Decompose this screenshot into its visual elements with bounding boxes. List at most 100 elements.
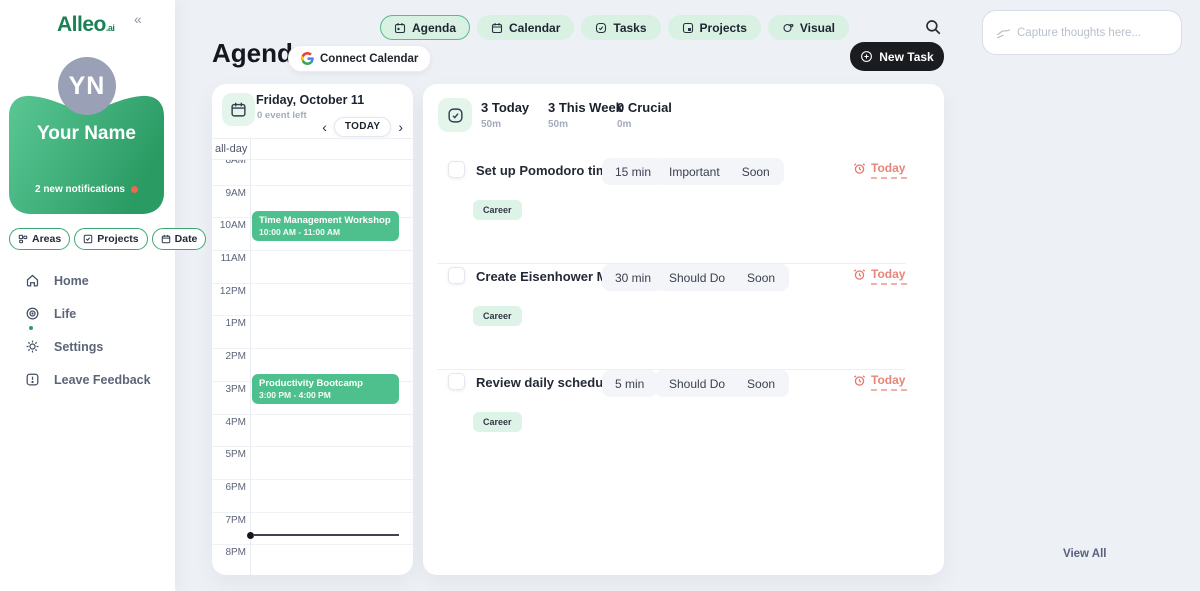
hour-label: 11AM	[212, 253, 246, 264]
summary-this-week-label: 3 This Week	[548, 100, 623, 115]
task-title[interactable]: Review daily schedule	[476, 375, 614, 390]
alarm-clock-icon	[853, 268, 866, 281]
task-due-badge[interactable]: Today	[853, 267, 905, 281]
event-title: Productivity Bootcamp	[259, 378, 392, 391]
sidebar-collapse-icon[interactable]: «	[134, 11, 142, 27]
task-priority-label: Should Do	[669, 271, 725, 285]
tab-tasks[interactable]: Tasks	[581, 15, 660, 40]
filter-areas-button[interactable]: Areas	[9, 228, 70, 250]
sidebar: Alleo.ai « YN Your Name 2 new notificati…	[0, 0, 175, 591]
task-tag[interactable]: Career	[473, 200, 522, 220]
checkbox-check-icon	[447, 107, 464, 124]
view-tabs: Agenda Calendar Tasks Projects Visual	[380, 15, 849, 40]
tab-agenda-label: Agenda	[412, 21, 456, 35]
hour-row[interactable]: 12PM	[212, 283, 413, 316]
hour-label: 6PM	[212, 482, 246, 493]
new-task-label: New Task	[879, 50, 933, 64]
hour-label: 7PM	[212, 515, 246, 526]
notifications-text: 2 new notifications	[35, 184, 125, 195]
hour-row[interactable]: 5PM	[212, 446, 413, 479]
due-underline	[871, 283, 907, 285]
search-button[interactable]	[924, 18, 942, 36]
summary-today: 3 Today 50m	[481, 100, 529, 130]
task-due-badge[interactable]: Today	[853, 373, 905, 387]
sidebar-item-home-label: Home	[54, 274, 89, 288]
time-grid[interactable]: 8AM 9AM 10AM 11AM 12PM 1PM 2PM 3PM 4PM 5…	[212, 160, 413, 575]
hour-label: 5PM	[212, 449, 246, 460]
connect-calendar-label: Connect Calendar	[320, 53, 418, 65]
app-logo: Alleo.ai	[57, 13, 114, 37]
view-all-link[interactable]: View All	[1063, 548, 1106, 560]
hour-label: 2PM	[212, 351, 246, 362]
event-time: 3:00 PM - 4:00 PM	[259, 390, 392, 402]
filter-areas-label: Areas	[32, 233, 61, 245]
hour-row[interactable]: 6PM	[212, 479, 413, 512]
feedback-icon	[25, 372, 40, 387]
sidebar-item-life[interactable]: Life	[0, 297, 175, 330]
tab-projects[interactable]: Projects	[668, 15, 761, 40]
task-checkbox[interactable]	[448, 161, 465, 178]
hour-row[interactable]: 1PM	[212, 315, 413, 348]
new-task-button[interactable]: New Task	[850, 42, 944, 71]
tab-agenda[interactable]: Agenda	[380, 15, 470, 40]
tasks-panel: 3 Today 50m 3 This Week 50m 0 Crucial 0m…	[423, 84, 944, 575]
summary-this-week-duration: 50m	[548, 119, 623, 130]
gear-icon	[25, 339, 40, 354]
filter-date-button[interactable]: Date	[152, 228, 207, 250]
hour-row[interactable]: 8PM	[212, 544, 413, 575]
filter-date-label: Date	[175, 233, 198, 245]
task-duration-pill[interactable]: 5 min	[602, 370, 657, 397]
agenda-icon	[394, 22, 406, 34]
current-time-line	[253, 534, 399, 536]
summary-crucial-duration: 0m	[617, 119, 672, 130]
task-priority-pill[interactable]: Should Do Soon	[655, 370, 789, 397]
task-due-label: Today	[871, 267, 905, 281]
hour-label: 3PM	[212, 384, 246, 395]
task-tag[interactable]: Career	[473, 306, 522, 326]
hour-label: 10AM	[212, 220, 246, 231]
calendar-event[interactable]: Time Management Workshop 10:00 AM - 11:0…	[252, 211, 399, 242]
google-logo-icon	[301, 52, 314, 65]
plus-circle-icon	[860, 50, 873, 63]
task-priority-pill[interactable]: Should Do Soon	[655, 264, 789, 291]
task-title[interactable]: Set up Pomodoro timer	[476, 163, 620, 178]
tab-visual[interactable]: Visual	[768, 15, 849, 40]
summary-crucial: 0 Crucial 0m	[617, 100, 672, 130]
capture-thoughts-box	[982, 10, 1182, 55]
app-window: Alleo.ai « YN Your Name 2 new notificati…	[0, 0, 1200, 591]
sidebar-item-life-label: Life	[54, 307, 76, 321]
tab-calendar[interactable]: Calendar	[477, 15, 574, 40]
calendar-nav: ‹ TODAY ›	[322, 117, 403, 137]
event-title: Time Management Workshop	[259, 215, 392, 228]
notifications-link[interactable]: 2 new notifications	[9, 184, 164, 195]
task-priority-pill[interactable]: Important Soon	[655, 158, 784, 185]
sidebar-item-settings[interactable]: Settings	[0, 330, 175, 363]
tab-calendar-label: Calendar	[509, 21, 560, 35]
date-icon	[161, 234, 171, 244]
sidebar-item-home[interactable]: Home	[0, 264, 175, 297]
sidebar-item-leave-feedback[interactable]: Leave Feedback	[0, 363, 175, 396]
hour-row[interactable]: 7PM	[212, 512, 413, 545]
hour-row[interactable]: 11AM	[212, 250, 413, 283]
hour-row[interactable]: 4PM	[212, 414, 413, 447]
logo-suffix: .ai	[106, 23, 115, 33]
calendar-event[interactable]: Productivity Bootcamp 3:00 PM - 4:00 PM	[252, 374, 399, 405]
next-day-icon[interactable]: ›	[398, 120, 403, 134]
capture-thoughts-input[interactable]	[1017, 11, 1177, 54]
avatar[interactable]: YN	[58, 57, 116, 115]
task-checkbox[interactable]	[448, 373, 465, 390]
task-row: Set up Pomodoro timer 15 min Important S…	[423, 158, 944, 264]
all-day-row[interactable]: all-day	[212, 138, 413, 160]
task-tag[interactable]: Career	[473, 412, 522, 432]
summary-today-duration: 50m	[481, 119, 529, 130]
hour-row[interactable]: 8AM	[212, 160, 413, 185]
task-list: Set up Pomodoro timer 15 min Important S…	[423, 158, 944, 476]
hour-label: 1PM	[212, 318, 246, 329]
connect-calendar-button[interactable]: Connect Calendar	[288, 45, 431, 72]
filter-projects-button[interactable]: Projects	[74, 228, 147, 250]
task-checkbox[interactable]	[448, 267, 465, 284]
task-due-badge[interactable]: Today	[853, 161, 905, 175]
today-button[interactable]: TODAY	[334, 117, 391, 137]
projects-icon	[83, 234, 93, 244]
prev-day-icon[interactable]: ‹	[322, 120, 327, 134]
